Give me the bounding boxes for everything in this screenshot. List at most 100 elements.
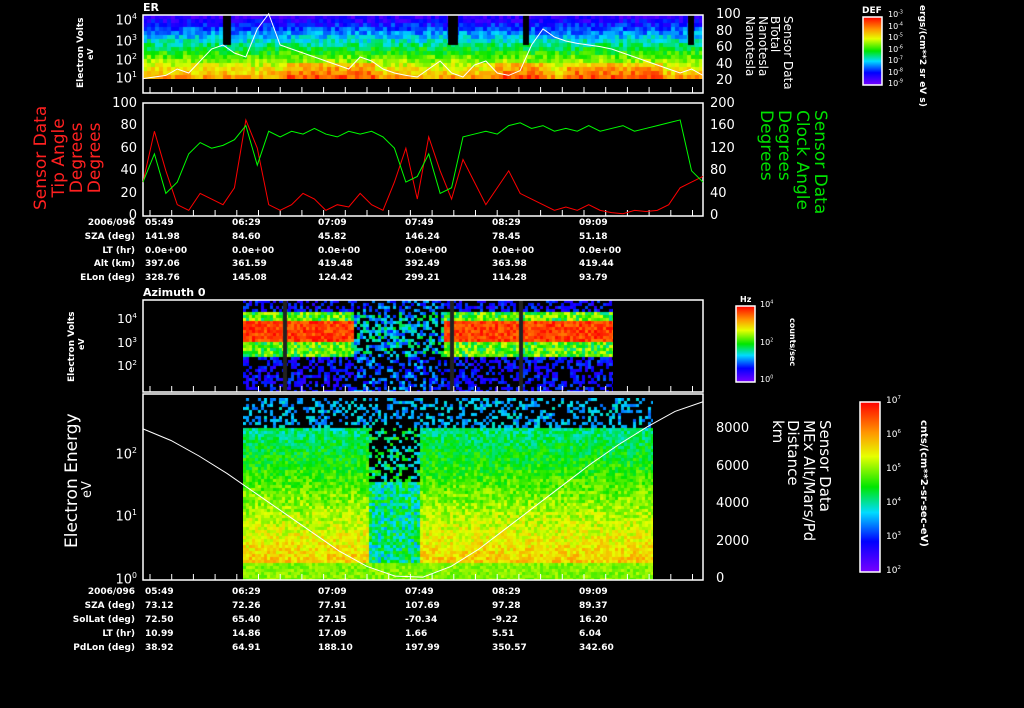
top-table-cell: 397.06 (145, 259, 180, 270)
bottom-table-cell: 72.26 (232, 601, 261, 611)
top-table-cell: 299.21 (405, 273, 440, 284)
top-table-cell: 114.28 (492, 273, 527, 284)
def-colorbar-tick: 10-7 (888, 56, 903, 65)
er-yunit: eV (86, 48, 95, 60)
tip-ytick: 40 (120, 163, 137, 178)
top-table-row-label: 2006/096 (87, 218, 135, 228)
clock-angle-label-line: Degrees (774, 110, 795, 181)
top-table-cell: 124.42 (318, 273, 353, 284)
bottom-table-cell: 188.10 (318, 643, 353, 653)
bottom-table-cell: 07:09 (318, 587, 347, 597)
bottom-table-cell: 38.92 (145, 643, 174, 653)
top-table-row-label: ELon (deg) (80, 273, 135, 284)
top-table-cell: 07:09 (318, 218, 347, 228)
clock-ytick: 120 (710, 140, 735, 156)
energy-ytick: 100 (115, 571, 137, 588)
top-table-cell: 0.0e+00 (579, 245, 622, 256)
top-table-cell: 45.82 (318, 231, 347, 242)
tip-angle-line (142, 118, 704, 215)
altitude-label-line: Sensor Data (816, 420, 834, 512)
bottom-table-row-label: SolLat (deg) (72, 615, 135, 625)
def-colorbar (862, 16, 883, 86)
top-table-cell: 0.0e+00 (318, 245, 361, 256)
cnts-colorbar-tick: 107 (886, 395, 901, 406)
azimuth-yunit: eV (77, 338, 86, 350)
altitude-ytick: 4000 (716, 496, 750, 511)
top-table-cell: 145.08 (232, 273, 267, 284)
top-table-cell: 146.24 (405, 231, 440, 242)
bottom-table-row-label: PdLon (deg) (73, 643, 135, 653)
tip-angle-label-line: Degrees (66, 122, 87, 194)
bottom-table-row-label: LT (hr) (102, 629, 135, 639)
top-table-cell: 09:09 (579, 218, 608, 228)
bottom-table-cell: 72.50 (145, 615, 174, 625)
tip-ytick: 100 (112, 95, 137, 111)
top-table-cell: 93.79 (579, 273, 608, 284)
bottom-table-cell: 64.91 (232, 643, 261, 653)
btotal-label-line: Nanotesla (755, 16, 770, 77)
top-table-cell: 08:29 (492, 218, 521, 228)
bottom-table-cell: 73.12 (145, 601, 174, 611)
bottom-table-cell: 342.60 (579, 643, 614, 653)
top-table-row-label: SZA (deg) (84, 231, 135, 242)
bottom-table-cell: 14.86 (232, 629, 261, 639)
bottom-table-cell: 27.15 (318, 615, 347, 625)
cnts-colorbar-tick: 105 (886, 463, 901, 474)
btotal-label-line: Sensor Data (781, 16, 795, 90)
hz-colorbar-title: Hz (740, 295, 752, 304)
top-table-cell: 361.59 (232, 259, 267, 270)
energy-ytick: 101 (115, 508, 137, 525)
top-table-cell: 363.98 (492, 259, 527, 270)
energy-ylabel: Electron Energy (62, 413, 82, 548)
top-table-cell: 78.45 (492, 231, 521, 242)
bottom-table-cell: 107.69 (405, 601, 440, 611)
cnts-colorbar-tick: 106 (886, 429, 901, 440)
clock-ytick: 160 (710, 118, 735, 133)
clock-angle-label-line: Clock Angle (792, 110, 813, 210)
bottom-table-row-label: SZA (deg) (84, 601, 135, 611)
energy-yunit: eV (80, 481, 95, 498)
hz-colorbar-tick: 104 (760, 300, 774, 309)
altitude-ytick: 8000 (716, 421, 750, 436)
altitude-label: Sensor Data MEx Alt/Mars/Pd Distance km (769, 420, 834, 542)
def-colorbar-unit: ergs/(cm**2 sr eV s) (917, 5, 927, 107)
altitude-ytick: 0 (716, 571, 725, 586)
cnts-colorbar-tick: 103 (886, 531, 901, 542)
top-table-cell: 0.0e+00 (232, 245, 275, 256)
btotal-line (142, 12, 704, 80)
er-ytick: 102 (115, 52, 137, 69)
top-table-row-label: LT (hr) (102, 245, 135, 256)
bottom-table-cell: 09:09 (579, 587, 608, 597)
clock-angle-label-line: Sensor Data (810, 110, 830, 215)
top-table-cell: 05:49 (145, 218, 174, 228)
bottom-table-cell: 5.51 (492, 629, 515, 639)
bottom-table-row-label: 2006/096 (87, 587, 135, 597)
hz-colorbar-tick: 100 (760, 375, 774, 384)
clock-ytick: 80 (710, 163, 727, 178)
clock-angle-label-line: Degrees (756, 110, 777, 181)
azimuth-ytick: 102 (117, 358, 137, 373)
clock-ytick: 40 (710, 185, 727, 201)
bottom-table-cell: 08:29 (492, 587, 521, 597)
def-colorbar-tick: 10-4 (888, 21, 903, 31)
hz-colorbar-tick: 102 (760, 338, 774, 347)
azimuth-ytick: 103 (117, 335, 137, 350)
btotal-ytick: 40 (716, 56, 733, 72)
azimuth-ytick: 104 (117, 311, 137, 326)
azimuth-panel-frame (142, 299, 704, 393)
bottom-table-cell: -70.34 (405, 615, 438, 625)
btotal-ytick: 100 (716, 7, 741, 22)
tip-ytick: 60 (120, 140, 137, 156)
bottom-table-cell: 6.04 (579, 629, 602, 639)
tip-angle-label-line: Degrees (84, 122, 105, 194)
top-table-cell: 0.0e+00 (405, 245, 448, 256)
tip-ytick: 80 (120, 118, 137, 133)
bottom-table-cell: 197.99 (405, 643, 440, 653)
top-table-cell: 06:29 (232, 218, 261, 228)
azimuth-ylabel: Electron Volts (67, 311, 77, 382)
er-ytick: 103 (115, 33, 137, 50)
altitude-label-line: MEx Alt/Mars/Pd (800, 420, 819, 542)
bottom-table-cell: 06:29 (232, 587, 261, 597)
btotal-label: Sensor Data BTotal Nanotesla Nanotesla (743, 16, 795, 90)
bottom-table-cell: 07:49 (405, 587, 434, 597)
